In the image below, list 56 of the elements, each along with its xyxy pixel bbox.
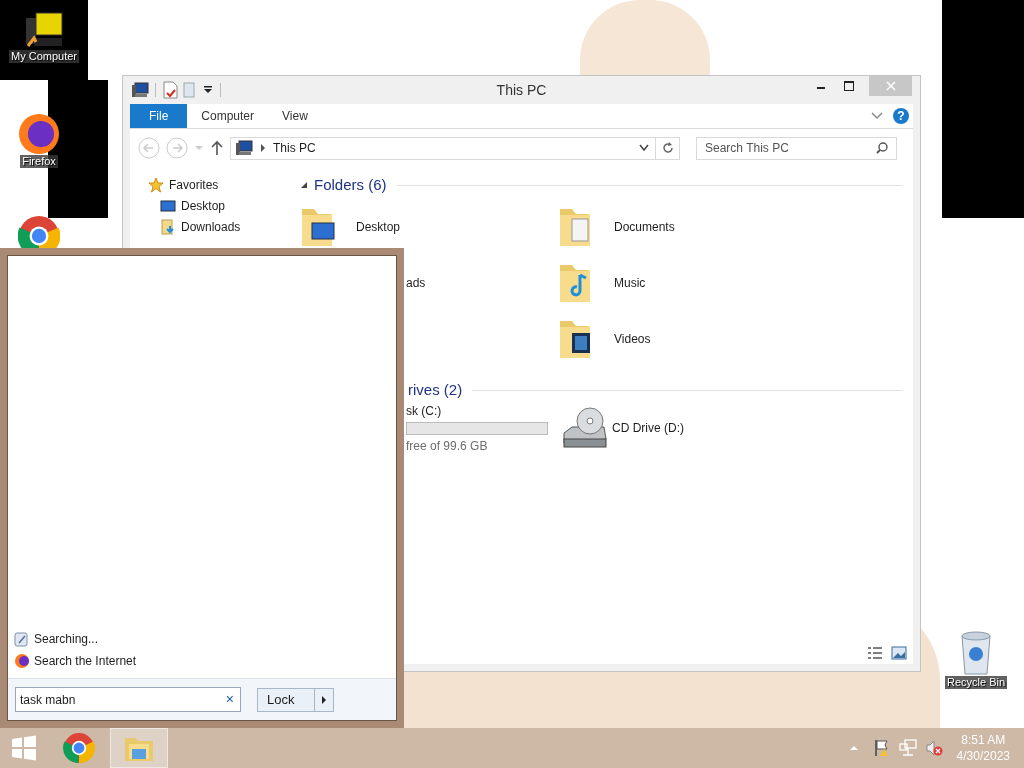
folder-label[interactable]: ads xyxy=(406,274,426,292)
windows-logo-icon xyxy=(11,735,37,761)
firefox-icon xyxy=(14,653,30,669)
desktop-icon-label[interactable]: Firefox xyxy=(20,155,58,168)
drive-label[interactable]: sk (C:) xyxy=(406,401,548,420)
address-bar[interactable]: This PC xyxy=(230,136,680,160)
arrow-right-icon xyxy=(321,695,327,704)
folder-label[interactable]: Music xyxy=(614,274,646,292)
ribbon-tab[interactable]: Computer xyxy=(187,104,269,128)
monitor-icon xyxy=(160,198,176,214)
volume-muted-icon[interactable] xyxy=(924,739,943,757)
nav-item[interactable]: Desktop xyxy=(148,198,298,214)
close-icon xyxy=(885,81,896,91)
ribbon-tab[interactable]: File xyxy=(130,104,188,128)
desktop-icon-label[interactable]: Recycle Bin xyxy=(944,676,1008,689)
computer-icon xyxy=(235,140,253,156)
computer-icon xyxy=(131,82,149,98)
nav-item[interactable]: Downloads xyxy=(148,219,298,235)
drive-label[interactable]: CD Drive (D:) xyxy=(612,419,684,437)
dropdown-icon[interactable] xyxy=(202,85,214,95)
help-button[interactable]: ? xyxy=(893,108,909,124)
chevron-right-icon[interactable] xyxy=(259,143,267,153)
details-view-icon[interactable] xyxy=(867,646,883,660)
chrome-icon xyxy=(63,732,95,764)
chevron-down-icon[interactable] xyxy=(639,144,649,152)
window-title: This PC xyxy=(496,80,547,100)
taskbar-button[interactable] xyxy=(110,728,168,768)
up-arrow-icon[interactable] xyxy=(210,140,224,156)
folder-label[interactable]: Videos xyxy=(614,330,651,348)
search-field[interactable]: task mabn × xyxy=(15,687,241,712)
star-icon xyxy=(148,177,164,193)
refresh-icon xyxy=(661,142,674,154)
nav-item[interactable]: Favorites xyxy=(148,177,298,193)
search-box[interactable]: Search This PC xyxy=(696,136,897,160)
search-field[interactable]: Search This PC xyxy=(705,139,876,157)
desktop-icon-label[interactable]: My Computer xyxy=(9,50,79,63)
folder-label[interactable]: Desktop xyxy=(356,218,401,236)
cd-drive-icon xyxy=(560,405,608,451)
address-text: This PC xyxy=(273,140,316,157)
ribbon-tab[interactable]: View xyxy=(268,104,322,128)
document-icon[interactable] xyxy=(162,81,178,99)
picture-icon[interactable] xyxy=(891,646,907,660)
drive-space-text: free of 99.6 GB xyxy=(406,437,489,455)
firefox-icon xyxy=(18,113,60,155)
section-header[interactable]: Folders (6) xyxy=(314,173,387,197)
section-header[interactable]: rives (2) xyxy=(408,378,463,402)
flag-icon[interactable] xyxy=(872,739,891,757)
collapse-icon[interactable] xyxy=(301,181,308,189)
search-result[interactable]: Searching... xyxy=(14,628,396,650)
folder-label[interactable]: Documents xyxy=(614,218,675,236)
search-icon xyxy=(14,631,30,647)
recycle-bin-icon xyxy=(958,630,994,676)
search-result[interactable]: Search the Internet xyxy=(14,650,396,672)
search-icon[interactable] xyxy=(876,142,888,154)
maximize-icon xyxy=(844,81,854,91)
clear-button[interactable]: × xyxy=(223,689,236,710)
